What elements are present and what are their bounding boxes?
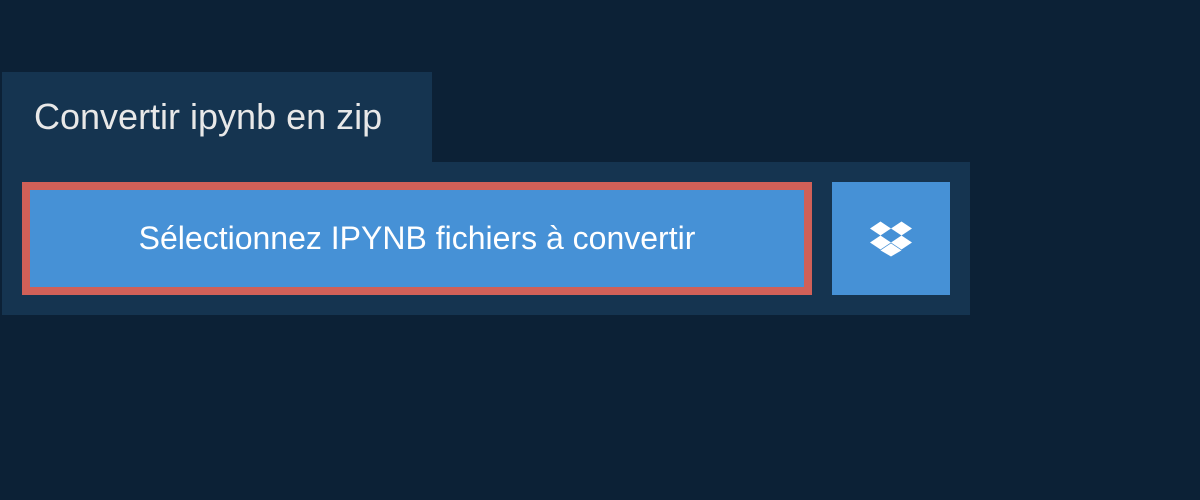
dropbox-button[interactable]: [832, 182, 950, 295]
dropbox-icon: [870, 218, 912, 260]
convert-panel: Sélectionnez IPYNB fichiers à convertir: [2, 162, 970, 315]
tab-title: Convertir ipynb en zip: [2, 72, 432, 162]
select-files-button[interactable]: Sélectionnez IPYNB fichiers à convertir: [22, 182, 812, 295]
